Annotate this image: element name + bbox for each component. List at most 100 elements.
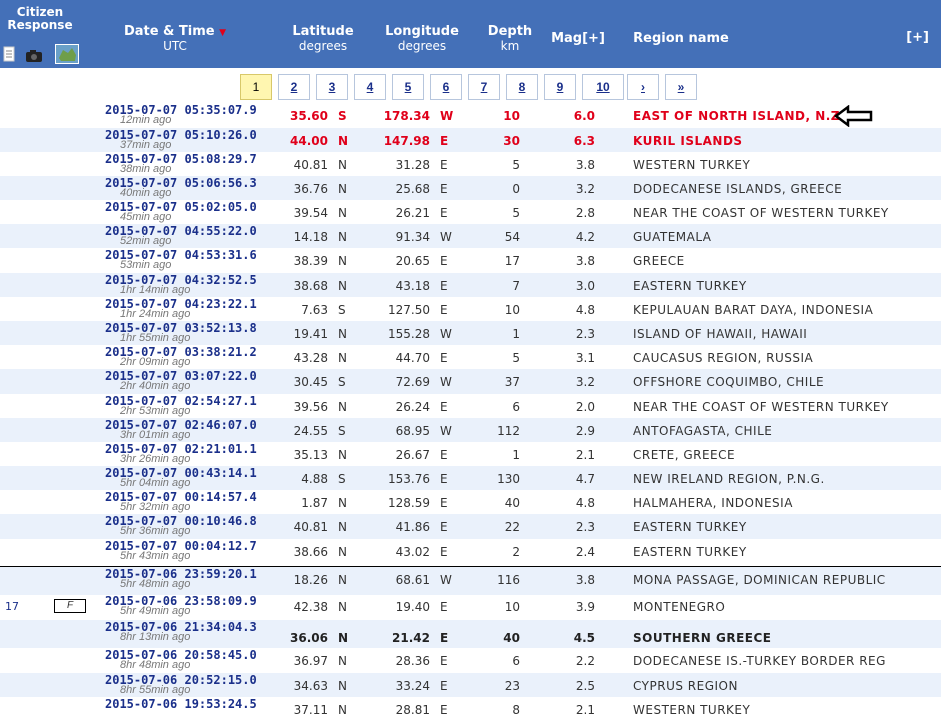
latitude-direction: S bbox=[338, 303, 346, 317]
depth-value: 1 bbox=[512, 327, 520, 341]
latitude-value: 36.76 bbox=[293, 182, 328, 196]
expand-columns-button[interactable]: [+] bbox=[906, 30, 929, 45]
page-2-button[interactable]: 2 bbox=[278, 74, 310, 100]
region-name: SOUTHERN GREECE bbox=[633, 631, 772, 645]
page-4-button[interactable]: 4 bbox=[354, 74, 386, 100]
region-header[interactable]: Region name bbox=[628, 31, 734, 46]
page-8-button[interactable]: 8 bbox=[506, 74, 538, 100]
table-row[interactable]: 2015-07-07 03:07:22.0 2hr 40min ago 30.45 S… bbox=[0, 369, 941, 394]
event-time-ago: 1hr 55min ago bbox=[120, 332, 191, 344]
magnitude-value: 2.3 bbox=[575, 327, 595, 341]
magnitude-value: 2.0 bbox=[575, 400, 595, 414]
longitude-value: 26.21 bbox=[395, 206, 430, 220]
magnitude-header[interactable]: Mag[+] bbox=[546, 31, 610, 46]
latitude-value: 39.56 bbox=[293, 400, 328, 414]
map-icon[interactable] bbox=[55, 44, 79, 68]
longitude-direction: W bbox=[440, 327, 452, 341]
longitude-title[interactable]: Longitude bbox=[378, 24, 466, 39]
event-time-ago: 2hr 40min ago bbox=[120, 380, 191, 392]
magnitude-value: 2.1 bbox=[575, 703, 595, 717]
latitude-value: 4.88 bbox=[301, 472, 328, 486]
table-row[interactable]: 2015-07-07 05:08:29.7 38min ago 40.81 N 31.2… bbox=[0, 152, 941, 176]
magnitude-value: 4.2 bbox=[575, 230, 595, 244]
date-time-title[interactable]: Date & Time bbox=[124, 24, 215, 39]
latitude-direction: N bbox=[338, 230, 347, 244]
table-row[interactable]: 2015-07-06 21:34:04.3 8hr 13min ago 36.06 N… bbox=[0, 620, 941, 648]
region-name: ANTOFAGASTA, CHILE bbox=[633, 424, 773, 438]
depth-value: 8 bbox=[512, 703, 520, 717]
latitude-title[interactable]: Latitude bbox=[280, 24, 366, 39]
page-6-button[interactable]: 6 bbox=[430, 74, 462, 100]
page-7-button[interactable]: 7 bbox=[468, 74, 500, 100]
event-time-ago: 38min ago bbox=[120, 163, 172, 175]
longitude-value: 153.76 bbox=[388, 472, 430, 486]
latitude-direction: N bbox=[338, 679, 347, 693]
region-name: EAST OF NORTH ISLAND, N.Z. bbox=[633, 109, 846, 123]
depth-value: 112 bbox=[497, 424, 520, 438]
region-name: EASTERN TURKEY bbox=[633, 279, 747, 293]
page-3-button[interactable]: 3 bbox=[316, 74, 348, 100]
page-5-button[interactable]: 5 bbox=[392, 74, 424, 100]
magnitude-value: 4.7 bbox=[575, 472, 595, 486]
document-icon[interactable] bbox=[3, 46, 15, 66]
page-1-button[interactable]: 1 bbox=[240, 74, 272, 100]
table-row[interactable]: 2015-07-07 04:55:22.0 52min ago 14.18 N 91.3… bbox=[0, 224, 941, 248]
table-row[interactable]: 2015-07-07 00:10:46.8 5hr 36min ago 40.81 N… bbox=[0, 514, 941, 539]
table-row[interactable]: 2015-07-07 05:06:56.3 40min ago 36.76 N 25.6… bbox=[0, 176, 941, 200]
table-row[interactable]: 2015-07-06 19:53:24.5 37.11 N 28.81 E 8 2.1 WES… bbox=[0, 697, 941, 717]
table-row[interactable]: 2015-07-07 04:32:52.5 1hr 14min ago 38.68 N… bbox=[0, 273, 941, 297]
table-row[interactable]: 2015-07-06 23:58:09.9 5hr 49min ago 42.38 N… bbox=[0, 594, 941, 620]
table-row[interactable]: 2015-07-07 04:23:22.1 1hr 24min ago 7.63 S 1… bbox=[0, 297, 941, 321]
date-time-header[interactable]: Date & Time ▼ UTC bbox=[120, 24, 230, 53]
latitude-direction: S bbox=[338, 472, 346, 486]
latitude-value: 35.60 bbox=[290, 109, 328, 123]
longitude-direction: E bbox=[440, 303, 448, 317]
page-10-button[interactable]: 10 bbox=[582, 74, 624, 100]
latitude-value: 38.39 bbox=[293, 254, 328, 268]
region-name: NEAR THE COAST OF WESTERN TURKEY bbox=[633, 400, 889, 414]
event-datetime-link[interactable]: 2015-07-06 19:53:24.5 bbox=[105, 697, 257, 711]
depth-header[interactable]: Depth km bbox=[480, 24, 540, 53]
event-time-ago: 5hr 32min ago bbox=[120, 501, 191, 513]
event-time-ago: 5hr 36min ago bbox=[120, 525, 191, 537]
depth-title[interactable]: Depth bbox=[480, 24, 540, 39]
longitude-header[interactable]: Longitude degrees bbox=[378, 24, 466, 53]
longitude-direction: E bbox=[440, 520, 448, 534]
next-page-button[interactable]: › bbox=[627, 74, 659, 100]
table-row[interactable]: 2015-07-07 02:54:27.1 2hr 53min ago 39.56 N… bbox=[0, 394, 941, 418]
table-row[interactable]: 2015-07-06 20:52:15.0 8hr 55min ago 34.63 N… bbox=[0, 673, 941, 697]
table-row[interactable]: 2015-07-06 23:59:20.1 5hr 48min ago 18.26 N… bbox=[0, 566, 941, 595]
sort-desc-icon[interactable]: ▼ bbox=[219, 28, 226, 38]
last-page-button[interactable]: » bbox=[665, 74, 697, 100]
table-row[interactable]: 2015-07-07 00:04:12.7 5hr 43min ago 38.66 N… bbox=[0, 539, 941, 566]
table-row[interactable]: 2015-07-07 05:02:05.0 45min ago 39.54 N 26.2… bbox=[0, 200, 941, 224]
depth-value: 5 bbox=[512, 206, 520, 220]
event-time-ago: 1hr 14min ago bbox=[120, 284, 191, 296]
felt-report-badge[interactable]: F bbox=[54, 599, 86, 613]
table-row[interactable]: 2015-07-07 00:43:14.1 5hr 04min ago 4.88 S 1… bbox=[0, 466, 941, 490]
event-time-ago: 5hr 49min ago bbox=[120, 605, 191, 617]
table-row[interactable]: 2015-07-07 05:35:07.9 12min ago 35.60 S 178.… bbox=[0, 103, 941, 128]
camera-icon[interactable] bbox=[25, 48, 43, 67]
table-row[interactable]: 2015-07-07 02:46:07.0 3hr 01min ago 24.55 S… bbox=[0, 418, 941, 442]
citizen-response-header: Citizen Response bbox=[0, 6, 80, 32]
table-row[interactable]: 2015-07-07 05:10:26.0 37min ago 44.00 N 147.… bbox=[0, 128, 941, 152]
latitude-value: 44.00 bbox=[290, 134, 328, 148]
latitude-header[interactable]: Latitude degrees bbox=[280, 24, 366, 53]
longitude-direction: E bbox=[440, 703, 448, 717]
latitude-unit: degrees bbox=[298, 39, 348, 53]
latitude-value: 36.06 bbox=[290, 631, 328, 645]
table-row[interactable]: 2015-07-07 03:52:13.8 1hr 55min ago 19.41 N… bbox=[0, 321, 941, 345]
table-row[interactable]: 2015-07-07 02:21:01.1 3hr 26min ago 35.13 N… bbox=[0, 442, 941, 466]
region-name: MONA PASSAGE, DOMINICAN REPUBLIC bbox=[633, 573, 886, 587]
longitude-direction: E bbox=[440, 351, 448, 365]
table-row[interactable]: 2015-07-06 20:58:45.0 8hr 48min ago 36.97 N… bbox=[0, 648, 941, 673]
page-9-button[interactable]: 9 bbox=[544, 74, 576, 100]
table-row[interactable]: 2015-07-07 00:14:57.4 5hr 32min ago 1.87 N 1… bbox=[0, 490, 941, 514]
latitude-value: 34.63 bbox=[293, 679, 328, 693]
citizen-response-count[interactable]: 17 bbox=[5, 600, 19, 613]
depth-value: 10 bbox=[504, 303, 520, 317]
longitude-direction: W bbox=[440, 424, 452, 438]
table-row[interactable]: 2015-07-07 04:53:31.6 53min ago 38.39 N 20.6… bbox=[0, 248, 941, 273]
table-row[interactable]: 2015-07-07 03:38:21.2 2hr 09min ago 43.28 N… bbox=[0, 345, 941, 369]
